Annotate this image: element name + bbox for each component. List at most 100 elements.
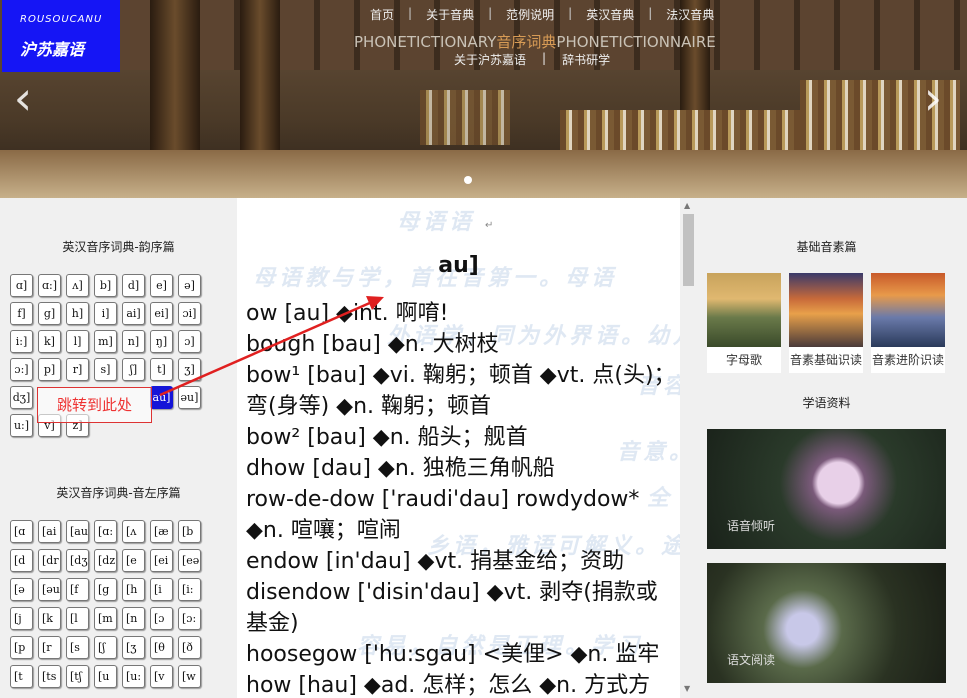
- phoneme-key[interactable]: [ai: [38, 520, 61, 543]
- phoneme-key[interactable]: t]: [150, 358, 173, 381]
- phoneme-key[interactable]: [θ: [150, 636, 173, 659]
- phoneme-key[interactable]: p]: [38, 358, 61, 381]
- phoneme-key[interactable]: [ɔ:: [178, 607, 201, 630]
- phoneme-key[interactable]: ai]: [122, 302, 145, 325]
- phoneme-key[interactable]: [ɑ:: [94, 520, 117, 543]
- phoneme-key[interactable]: [b: [178, 520, 201, 543]
- phoneme-key[interactable]: ɑ]: [10, 274, 33, 297]
- phoneme-key[interactable]: [j: [10, 607, 33, 630]
- nav-item-fr-cn[interactable]: 法汉音典: [666, 6, 714, 23]
- phoneme-key[interactable]: [au: [66, 520, 89, 543]
- phoneme-key[interactable]: h]: [66, 302, 89, 325]
- right-panel: 基础音素篇 字母歌 音素基础识读 音素进阶识读 学语资料 语音倾听 语文阅读: [697, 198, 967, 698]
- nav-item-research[interactable]: 辞书研学: [562, 51, 610, 68]
- phoneme-key[interactable]: [d: [10, 549, 33, 572]
- dictionary-entry: hoosegow ['hu:sgau] <美俚> ◆n. 监牢: [246, 642, 660, 667]
- phoneme-key[interactable]: g]: [38, 302, 61, 325]
- carousel-prev-icon[interactable]: ‹: [10, 74, 36, 122]
- phoneme-key[interactable]: [l: [66, 607, 89, 630]
- phoneme-key[interactable]: [ð: [178, 636, 201, 659]
- scrollbar-thumb[interactable]: [683, 214, 694, 286]
- phoneme-key[interactable]: [ʒ: [122, 636, 145, 659]
- phoneme-key[interactable]: [s: [66, 636, 89, 659]
- thumb-alphabet-song[interactable]: 字母歌: [707, 273, 781, 373]
- phoneme-key[interactable]: l]: [66, 330, 89, 353]
- phoneme-key[interactable]: [i: [150, 578, 173, 601]
- phoneme-key[interactable]: [k: [38, 607, 61, 630]
- phoneme-key[interactable]: f]: [10, 302, 33, 325]
- thumb-image: [707, 273, 781, 347]
- carousel-dot[interactable]: [464, 176, 472, 184]
- phoneme-key[interactable]: k]: [38, 330, 61, 353]
- dictionary-entry: row-de-dow ['raudi'dau] rowdydow* ◆n. 喧嚷…: [246, 487, 640, 543]
- phoneme-key[interactable]: [ə: [10, 578, 33, 601]
- phoneme-key[interactable]: b]: [94, 274, 117, 297]
- nav-item-about-brand[interactable]: 关于沪苏嘉语: [454, 51, 526, 68]
- phoneme-key[interactable]: [ʌ: [122, 520, 145, 543]
- phoneme-key[interactable]: [f: [66, 578, 89, 601]
- phoneme-key[interactable]: [dz: [94, 549, 117, 572]
- phoneme-key[interactable]: [g: [94, 578, 117, 601]
- phoneme-key[interactable]: [ʃ: [94, 636, 117, 659]
- thumb-phoneme-advanced[interactable]: 音素进阶识读: [871, 273, 945, 373]
- nav-item-home[interactable]: 首页: [370, 6, 394, 23]
- phoneme-key[interactable]: [dʒ: [66, 549, 89, 572]
- scroll-down-icon[interactable]: ▼: [684, 684, 690, 693]
- phoneme-key[interactable]: [t: [10, 665, 33, 688]
- phoneme-key[interactable]: ə]: [178, 274, 201, 297]
- phoneme-key[interactable]: [əu: [38, 578, 61, 601]
- nav-item-examples[interactable]: 范例说明: [506, 6, 554, 23]
- phoneme-key[interactable]: [æ: [150, 520, 173, 543]
- phoneme-key[interactable]: e]: [150, 274, 173, 297]
- phoneme-key[interactable]: [e: [122, 549, 145, 572]
- scroll-up-icon[interactable]: ▲: [684, 201, 690, 210]
- phoneme-key[interactable]: [ts: [38, 665, 61, 688]
- nav-item-about[interactable]: 关于音典: [426, 6, 474, 23]
- thumb-phoneme-basic[interactable]: 音素基础识读: [789, 273, 863, 373]
- phoneme-key[interactable]: au]: [150, 386, 173, 409]
- phoneme-key[interactable]: ɔ:]: [10, 358, 33, 381]
- phoneme-key[interactable]: [ei: [150, 549, 173, 572]
- phoneme-key[interactable]: [u: [94, 665, 117, 688]
- dictionary-entry: dhow [dau] ◆n. 独桅三角帆船: [246, 456, 555, 481]
- card-reading[interactable]: 语文阅读: [707, 563, 946, 683]
- phoneme-key[interactable]: ei]: [150, 302, 173, 325]
- nav-item-en-cn[interactable]: 英汉音典: [586, 6, 634, 23]
- phoneme-key[interactable]: [i:: [178, 578, 201, 601]
- phoneme-key[interactable]: dʒ]: [10, 386, 33, 409]
- phoneme-key[interactable]: ʃ]: [122, 358, 145, 381]
- phoneme-key[interactable]: [h: [122, 578, 145, 601]
- phoneme-key[interactable]: u:]: [10, 414, 33, 437]
- phoneme-key[interactable]: ʒ]: [178, 358, 201, 381]
- site-logo[interactable]: ROUSOUCANU 沪苏嘉语: [2, 0, 120, 72]
- phoneme-key[interactable]: r]: [66, 358, 89, 381]
- phoneme-key[interactable]: [m: [94, 607, 117, 630]
- phoneme-key[interactable]: [ɑ: [10, 520, 33, 543]
- phoneme-key[interactable]: [dr: [38, 549, 61, 572]
- carousel-next-icon[interactable]: ›: [920, 74, 946, 122]
- card-listening[interactable]: 语音倾听: [707, 429, 946, 549]
- phoneme-key[interactable]: m]: [94, 330, 117, 353]
- phoneme-key[interactable]: i]: [94, 302, 117, 325]
- phoneme-key[interactable]: [u:: [122, 665, 145, 688]
- phoneme-key[interactable]: [v: [150, 665, 173, 688]
- phoneme-key[interactable]: [w: [178, 665, 201, 688]
- phoneme-key[interactable]: [eə: [178, 549, 201, 572]
- phoneme-key[interactable]: ɔi]: [178, 302, 201, 325]
- phoneme-key[interactable]: ʌ]: [66, 274, 89, 297]
- phoneme-key[interactable]: əu]: [178, 386, 201, 409]
- phoneme-key[interactable]: ŋ]: [150, 330, 173, 353]
- phoneme-key[interactable]: i:]: [10, 330, 33, 353]
- phoneme-key[interactable]: s]: [94, 358, 117, 381]
- content-scrollbar[interactable]: ▲ ▼: [680, 198, 697, 698]
- phoneme-key[interactable]: [ɔ: [150, 607, 173, 630]
- phoneme-key[interactable]: d]: [122, 274, 145, 297]
- phoneme-key[interactable]: [n: [122, 607, 145, 630]
- phoneme-key[interactable]: n]: [122, 330, 145, 353]
- phoneme-key[interactable]: [r: [38, 636, 61, 659]
- phoneme-key[interactable]: ɑ:]: [38, 274, 61, 297]
- phoneme-key[interactable]: ɔ]: [178, 330, 201, 353]
- phoneme-key[interactable]: [p: [10, 636, 33, 659]
- phoneme-key[interactable]: [tʃ: [66, 665, 89, 688]
- entry-list: ow [au] ◆int. 啊唷! bough [bau] ◆n. 大树枝 bo…: [246, 298, 676, 698]
